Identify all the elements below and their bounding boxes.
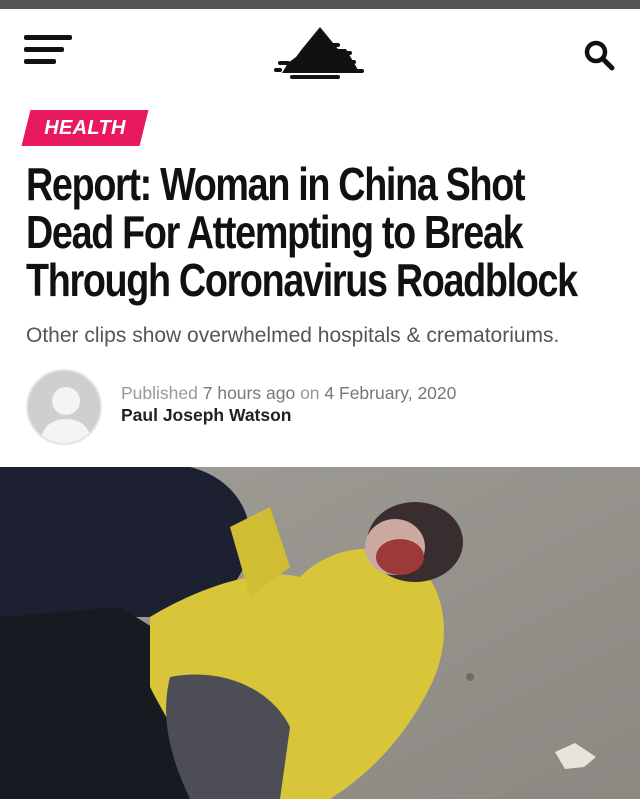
top-status-strip [0,0,640,9]
author-name-link[interactable]: Paul Joseph Watson [121,404,292,426]
headline-line: Dead For Attempting to Break [26,206,524,258]
published-prefix: Published [121,383,198,403]
category-label[interactable]: HEALTH [30,110,140,146]
on-word: on [300,383,320,403]
hero-image[interactable] [0,467,640,799]
headline-line: Report: Woman in China Shot [26,158,526,210]
headline-line: Through Coronavirus Roadblock [26,254,578,306]
author-avatar[interactable] [26,369,102,445]
publish-info: Published 7 hours ago on 4 February, 202… [121,382,456,404]
default-avatar-icon [28,371,100,443]
publish-date: 4 February, 2020 [324,383,457,403]
hero-video-still [0,467,640,799]
site-logo-mountain-icon[interactable] [272,23,368,81]
article-subtitle: Other clips show overwhelmed hospitals &… [26,324,560,347]
article-headline: Report: Woman in China Shot Dead For Att… [26,160,616,304]
hamburger-menu-icon[interactable] [24,33,76,69]
site-header [0,9,640,89]
search-icon[interactable] [582,38,616,72]
relative-time: 7 hours ago [202,383,296,403]
